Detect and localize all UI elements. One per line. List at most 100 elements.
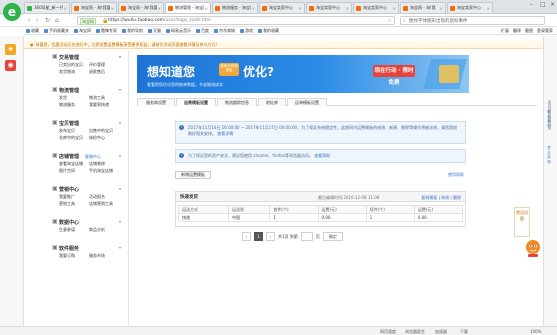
nav-group-heading[interactable]: ▣ 交易管理 ▾ (52, 53, 121, 61)
forward-icon[interactable]: › (36, 17, 38, 24)
banner-cta-button[interactable]: 现在行动 · 限时免费 (373, 65, 415, 86)
nav-item[interactable]: 活动报名 (89, 194, 105, 200)
subtab[interactable]: 物流跟踪信息 (217, 98, 257, 106)
nav-item[interactable]: 查看淘宝店铺 (59, 161, 83, 167)
maximize-icon[interactable]: □ (540, 1, 546, 8)
nav-group-badge[interactable]: 客服中心 (85, 154, 101, 159)
toolbar-tool[interactable]: 翻译 (513, 28, 521, 34)
bookmark-item[interactable]: 京东商城 (214, 28, 235, 34)
nav-group-heading[interactable]: ▣ 宝贝管理 ▾ (52, 119, 121, 127)
bookmark-star-icon[interactable]: ☆ (388, 18, 392, 24)
status-item[interactable]: 浏览器医生 (405, 329, 425, 335)
bookmark-item[interactable]: 网易云音乐 (166, 28, 191, 34)
tab-close-icon[interactable]: × (158, 6, 161, 11)
nav-group-heading[interactable]: ▣ 店铺管理 客服中心 ▾ (52, 152, 121, 160)
bookmark-item[interactable]: 天猫 (148, 28, 161, 34)
nav-item[interactable]: 服务市场 (89, 253, 105, 259)
refresh-icon[interactable]: ↻ (45, 17, 50, 24)
status-item[interactable]: 网页速度 (380, 329, 396, 335)
page-number-input[interactable] (300, 232, 313, 241)
nav-item[interactable]: 退款售后 (89, 69, 105, 75)
prev-page-button[interactable]: ‹ (242, 232, 251, 241)
address-bar[interactable]: 淘宝网 🔒 https://wuliu.taobao.com/user/logi… (77, 16, 395, 25)
subtab[interactable]: 地址库 (258, 98, 286, 106)
bookmark-item[interactable]: 我的收藏 (258, 28, 279, 34)
browser-tab[interactable]: 淘宝网 - 淘!我喜欢× (118, 2, 164, 13)
tab-close-icon[interactable]: × (440, 6, 443, 11)
nav-group-heading[interactable]: ▣ 营销中心 ▾ (52, 185, 121, 193)
toolbar-tool[interactable]: 扩展 (501, 28, 509, 34)
bookmark-item[interactable]: 游戏 (240, 28, 253, 34)
browser-tab[interactable]: 物流服务 - 淘宝网× (212, 2, 258, 13)
go-page-button[interactable]: 确定 (322, 232, 343, 241)
back-icon[interactable]: ‹ (28, 17, 30, 24)
bookmark-item[interactable]: 百度 (196, 28, 209, 34)
bookmark-item[interactable]: 雷锋专家 (96, 28, 117, 34)
nav-item[interactable]: 营销工具 (59, 201, 75, 207)
chevron-down-icon[interactable]: ▾ (119, 54, 121, 59)
nav-item[interactable]: 评价管理 (89, 62, 105, 68)
tab-close-icon[interactable]: × (393, 6, 396, 11)
chevron-down-icon[interactable]: ▾ (119, 186, 121, 191)
status-item[interactable]: 下载 (460, 329, 468, 335)
faq-float-button[interactable]: 常见问题 (514, 207, 530, 237)
maintenance-info-link[interactable]: 查看详情 (217, 131, 233, 136)
subtab[interactable]: 运单模板设置 (287, 98, 327, 106)
mascot-icon[interactable] (524, 238, 542, 258)
edit-template-link[interactable]: 修改 (441, 195, 449, 200)
chevron-down-icon[interactable]: ▾ (119, 153, 121, 158)
nav-item[interactable]: 手机淘宝店铺 (89, 168, 113, 174)
weibo-icon[interactable]: ◉ (5, 60, 16, 71)
minimize-icon[interactable]: – (530, 1, 533, 8)
delete-template-link[interactable]: 删除 (453, 195, 461, 200)
browser-tab[interactable]: 物流管理 - 淘宝网× (165, 2, 211, 13)
chevron-down-icon[interactable]: ▾ (119, 219, 121, 224)
nav-item[interactable]: 店铺营销工具 (89, 201, 113, 207)
nav-item[interactable]: 我要寄快递 (89, 102, 109, 108)
browser-tip-link[interactable]: 查看帮助 (314, 153, 330, 158)
close-window-icon[interactable]: × (550, 1, 555, 8)
nav-item[interactable]: 物流工具 (89, 95, 105, 101)
home-icon[interactable]: ⌂ (55, 17, 59, 24)
subtab[interactable]: 服务商设置 (137, 98, 175, 106)
promo-banner[interactable]: 想知道您 账单分析快递费 优化? 看看帮您优化您的账单数据，节省物流成本 现在行… (137, 55, 469, 93)
contact-us-link[interactable]: 联系我们 (546, 110, 552, 128)
nav-item[interactable]: 我要推广 (59, 194, 75, 200)
nav-item[interactable]: 出售中的宝贝 (89, 128, 113, 134)
nav-item[interactable]: 图片空间 (59, 168, 75, 174)
nav-item[interactable]: 生意参谋 (59, 227, 75, 233)
bookmark-item[interactable]: 收藏 (26, 28, 39, 34)
browser-tab[interactable]: 淘宝卖家中心 × (306, 2, 352, 13)
chevron-down-icon[interactable]: ▾ (119, 87, 121, 92)
nav-item[interactable]: 商品分析 (89, 227, 105, 233)
nav-item[interactable]: 仓库中的宝贝 (59, 135, 83, 141)
toolbar-tool[interactable]: 登录管家 (537, 28, 553, 34)
copy-template-link[interactable]: 复制模板 (421, 195, 437, 200)
tab-close-icon[interactable]: × (111, 6, 114, 11)
browser-search-input[interactable]: ⌕ 图纹字体图形出现的鼠标事件 (400, 16, 545, 25)
nav-item[interactable]: 店铺装修 (89, 161, 105, 167)
browser-tab[interactable]: 360导航_新一代安全上网× (24, 2, 70, 13)
chevron-down-icon[interactable]: ▾ (119, 245, 121, 250)
nav-group-heading[interactable]: ▣ 数据中心 ▾ (52, 218, 121, 226)
nav-item[interactable]: 物流服务 (59, 102, 75, 108)
subtab[interactable]: 运费模板设置 (176, 98, 216, 106)
current-page[interactable]: 1 (254, 232, 263, 241)
browser-tab[interactable]: 淘宝网 - 淘!我喜欢× (71, 2, 117, 13)
bookmark-item[interactable]: 淘宝网 (74, 28, 91, 34)
browser-tab[interactable]: 淘宝卖家中心 × (259, 2, 305, 13)
nav-group-heading[interactable]: ▣ 物流管理 ▾ (52, 86, 121, 94)
nav-item[interactable]: 发货物流 (59, 69, 75, 75)
next-page-button[interactable]: › (266, 232, 275, 241)
nav-item[interactable]: 我要订购 (59, 253, 75, 259)
nav-item[interactable]: 已卖出的宝贝 (59, 62, 83, 68)
bookmark-item[interactable]: 我的导航 (122, 28, 143, 34)
chevron-down-icon[interactable]: ▾ (119, 120, 121, 125)
usage-help-link[interactable]: 使用帮助 (448, 172, 464, 178)
nav-item[interactable]: 发布宝贝 (59, 128, 75, 134)
favorites-star-icon[interactable]: ★ (5, 44, 16, 55)
tab-close-icon[interactable]: × (205, 6, 208, 11)
nav-item[interactable]: 体检中心 (89, 135, 105, 141)
browser-logo-icon[interactable]: e (3, 3, 21, 21)
tab-close-icon[interactable]: × (346, 6, 349, 11)
